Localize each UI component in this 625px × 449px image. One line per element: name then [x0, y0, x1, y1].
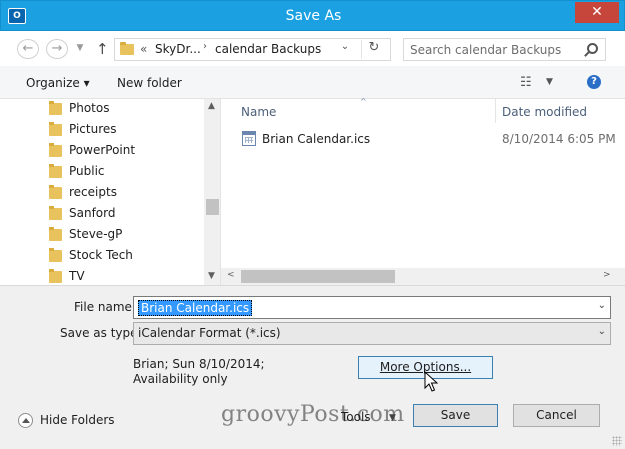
file-list: ^ Name Date modified Brian Calendar.ics …	[221, 97, 625, 285]
nav-item-label: PowerPoint	[69, 143, 136, 157]
command-bar: Organize ▾ New folder ☷ ▼ ?	[0, 66, 625, 99]
save-form: File name: Brian Calendar.ics ⌄ Save as …	[0, 285, 625, 449]
nav-item-stock-tech[interactable]: Stock Tech	[0, 246, 204, 267]
scroll-thumb[interactable]	[241, 270, 395, 283]
scroll-thumb[interactable]	[206, 199, 219, 215]
nav-item-powerpoint[interactable]: PowerPoint	[0, 141, 204, 162]
search-icon[interactable]	[587, 43, 598, 54]
nav-item-label: Public	[69, 164, 105, 178]
column-header-date-modified[interactable]: Date modified	[502, 105, 587, 119]
mouse-cursor-icon	[424, 371, 438, 392]
calendar-details: Brian; Sun 8/10/2014; Availability only	[133, 357, 265, 387]
cancel-button[interactable]: Cancel	[513, 404, 600, 427]
title-bar: O Save As ✕	[0, 0, 625, 31]
chevron-down-icon[interactable]: ⌄	[598, 326, 606, 337]
scroll-right-arrow[interactable]: >	[603, 270, 611, 280]
tools-menu[interactable]: Tools	[341, 410, 371, 424]
calendar-file-icon	[242, 131, 256, 146]
hide-folders-label: Hide Folders	[40, 413, 115, 427]
nav-vertical-scrollbar[interactable]: ▲ ▼	[204, 99, 220, 285]
up-folder-button[interactable]: ↑	[96, 40, 109, 58]
folder-icon	[49, 164, 62, 178]
search-input[interactable]	[410, 41, 580, 58]
help-icon[interactable]: ?	[587, 75, 601, 89]
forward-button[interactable]: →	[46, 39, 68, 59]
save-as-type-label: Save as type:	[60, 326, 142, 340]
nav-item-label: Stock Tech	[69, 248, 133, 262]
file-name: Brian Calendar.ics	[262, 132, 371, 146]
nav-item-label: Steve-gP	[69, 227, 123, 241]
chevron-down-icon[interactable]: ⌄	[598, 300, 606, 311]
view-options-icon[interactable]: ☷	[520, 75, 532, 90]
new-folder-button[interactable]: New folder	[117, 76, 182, 90]
scroll-left-arrow[interactable]: <	[227, 270, 235, 280]
scroll-down-arrow[interactable]: ▼	[208, 271, 215, 281]
scroll-up-arrow[interactable]: ▲	[208, 101, 215, 111]
breadcrumb-calendar-backups[interactable]: calendar Backups	[215, 42, 321, 56]
file-name-label: File name:	[74, 300, 136, 314]
address-history-dropdown[interactable]: ⌄	[334, 41, 356, 58]
folder-icon	[120, 42, 134, 55]
calendar-details-line1: Brian; Sun 8/10/2014;	[133, 357, 265, 371]
address-input[interactable]: « SkyDr... › calendar Backups ⌄ ↻	[114, 38, 391, 61]
search-box[interactable]	[403, 38, 606, 61]
nav-item-label: Sanford	[69, 206, 116, 220]
folder-icon	[49, 227, 62, 241]
nav-item-photos[interactable]: Photos	[0, 99, 204, 120]
collapse-arrow-icon	[18, 413, 33, 428]
view-options-dropdown[interactable]: ▼	[546, 77, 553, 87]
close-button[interactable]: ✕	[575, 2, 619, 23]
tools-dropdown-arrow[interactable]: ▼	[389, 413, 396, 423]
save-button[interactable]: Save	[413, 404, 498, 427]
folder-icon	[49, 185, 62, 199]
window-title: Save As	[285, 8, 342, 24]
calendar-details-line2: Availability only	[133, 372, 228, 386]
file-name-value[interactable]: Brian Calendar.ics	[138, 300, 253, 316]
watermark: groovyPost.com	[221, 402, 405, 427]
column-divider[interactable]	[495, 99, 496, 123]
nav-item-tv[interactable]: TV	[0, 267, 204, 285]
nav-item-pictures[interactable]: Pictures	[0, 120, 204, 141]
file-row[interactable]: Brian Calendar.ics 8/10/2014 6:05 PM	[238, 128, 623, 150]
folder-icon	[49, 101, 62, 115]
nav-item-label: receipts	[69, 185, 117, 199]
breadcrumb-skydrive[interactable]: SkyDr...	[155, 42, 201, 56]
column-header-name[interactable]: Name	[241, 105, 276, 119]
recent-locations-dropdown[interactable]: ▼	[73, 39, 87, 59]
file-date: 8/10/2014 6:05 PM	[502, 132, 616, 146]
resize-grip[interactable]	[612, 436, 622, 446]
folder-icon	[49, 143, 62, 157]
nav-item-label: TV	[69, 269, 85, 283]
breadcrumb-overflow[interactable]: «	[140, 42, 147, 56]
breadcrumb-separator[interactable]: ›	[203, 41, 207, 52]
file-name-field[interactable]: Brian Calendar.ics ⌄	[133, 296, 611, 319]
nav-item-sanford[interactable]: Sanford	[0, 204, 204, 225]
nav-item-steve-gp[interactable]: Steve-gP	[0, 225, 204, 246]
nav-item-label: Pictures	[69, 122, 117, 136]
folder-icon	[49, 122, 62, 136]
file-list-horizontal-scrollbar[interactable]: < >	[221, 268, 625, 285]
folder-icon	[49, 248, 62, 262]
back-button[interactable]: ←	[17, 39, 39, 59]
folder-icon	[49, 269, 62, 283]
nav-item-label: Photos	[69, 101, 110, 115]
organize-menu[interactable]: Organize ▾	[26, 76, 90, 90]
folder-icon	[49, 206, 62, 220]
refresh-button[interactable]: ↻	[361, 40, 386, 59]
save-as-type-value: iCalendar Format (*.ics)	[138, 326, 281, 340]
save-as-type-select[interactable]: iCalendar Format (*.ics) ⌄	[133, 322, 611, 345]
nav-item-receipts[interactable]: receipts	[0, 183, 204, 204]
address-bar-area: ← → ▼ ↑ « SkyDr... › calendar Backups ⌄ …	[0, 31, 625, 66]
sort-indicator-icon: ^	[360, 97, 367, 106]
nav-item-public[interactable]: Public	[0, 162, 204, 183]
navigation-pane: Photos Pictures PowerPoint Public receip…	[0, 99, 221, 285]
